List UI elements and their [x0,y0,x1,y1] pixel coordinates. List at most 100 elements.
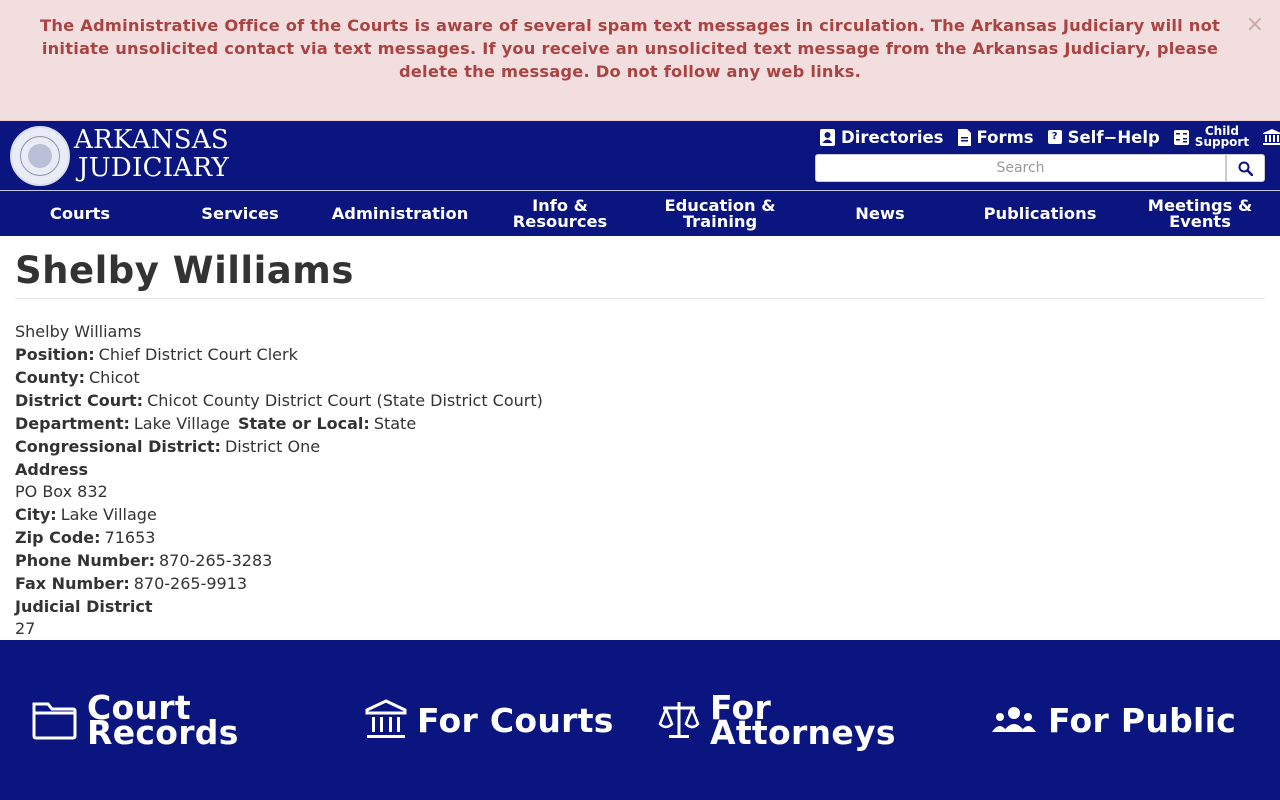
detail-congressional: Congressional District: District One [15,435,543,458]
detail-district-court: District Court: Chicot County District Co… [15,389,543,412]
nav-publications[interactable]: Publications [960,191,1120,236]
forms-label: Forms [976,127,1034,147]
directory-icon [820,128,835,146]
footer-quicklinks: Court Records For Courts For Attorneys For… [0,640,1280,800]
logo-line-2: JUDICIARY [78,153,230,183]
nav-label: Publications [983,203,1097,223]
detail-name: Shelby Williams [15,320,543,343]
child-support-link[interactable]: Child Support [1173,125,1250,149]
site-header: ARKANSAS JUDICIARY Directories Forms ? S… [0,121,1280,236]
alert-message: The Administrative Office of the Courts … [40,16,1220,81]
detail-department: Department: Lake Village State or Local: St… [15,412,543,435]
supreme-court-seal-logo[interactable] [10,126,70,186]
self-help-link[interactable]: ? Self−Help [1047,127,1160,147]
child-support-line2: Support [1194,135,1250,149]
congressional-label: Congressional District: [15,437,221,456]
for-courts-label: For Courts [417,700,614,740]
calculator-icon [1173,129,1189,145]
search-input[interactable] [815,154,1226,182]
zip-label: Zip Code: [15,528,101,547]
nav-label: Administration [331,203,469,223]
nav-services[interactable]: Services [160,191,320,236]
department-label: Department: [15,414,130,433]
directories-link[interactable]: Directories [820,128,944,147]
nav-education-training[interactable]: Education & Training [640,191,800,236]
people-group-icon [992,707,1036,732]
detail-address-heading: Address [15,458,543,480]
nav-news[interactable]: News [800,191,960,236]
nav-meetings-events[interactable]: Meetings & Events [1120,191,1280,236]
for-public-label: For Public [1048,700,1237,740]
person-name: Shelby Williams [15,322,142,341]
for-public-link[interactable]: For Public [990,690,1236,750]
folder-icon [32,702,77,740]
logo-line-1: ARKANSAS [74,125,230,155]
search-button[interactable] [1226,154,1265,182]
alert-close-button[interactable]: × [1246,12,1264,38]
main-nav: Courts Services Administration Info & Res… [0,191,1280,236]
more-link[interactable]: A [1263,129,1280,145]
phone-label: Phone Number: [15,551,155,570]
county-label: County: [15,368,85,387]
nav-label-line2: Resources [512,211,608,231]
detail-address: PO Box 832 [15,480,543,503]
nav-label-line2: Training [682,211,758,231]
judicial-district-value: 27 [15,619,36,638]
nav-label-line2: Events [1169,211,1231,231]
detail-position: Position: Chief District Court Clerk [15,343,543,366]
city-value: Lake Village [60,505,157,524]
city-label: City: [15,505,57,524]
detail-phone: Phone Number: 870-265-3283 [15,549,543,572]
address-label: Address [15,460,89,479]
court-records-line2: Records [87,713,239,752]
state-local-value: State [373,414,417,433]
phone-value: 870-265-3283 [158,551,273,570]
fax-value: 870-265-9913 [133,574,248,593]
fax-label: Fax Number: [15,574,130,593]
scales-of-justice-icon [658,702,700,738]
for-attorneys-line2: Attorneys [710,713,896,752]
detail-county: County: Chicot [15,366,543,389]
zip-value: 71653 [104,528,156,547]
judicial-district-label: Judicial District [15,597,153,616]
for-attorneys-link[interactable]: For Attorneys [658,690,896,750]
person-details: Shelby Williams Position: Chief District … [15,320,543,640]
page-title: Shelby Williams [15,249,354,292]
nav-info-resources[interactable]: Info & Resources [480,191,640,236]
nav-administration[interactable]: Administration [320,191,480,236]
detail-zip: Zip Code: 71653 [15,526,543,549]
question-icon: ? [1047,130,1062,144]
title-divider [15,298,1265,299]
state-local-label: State or Local: [237,414,370,433]
department-value: Lake Village [133,414,230,433]
detail-fax: Fax Number: 870-265-9913 [15,572,543,595]
spam-alert-banner: The Administrative Office of the Courts … [0,0,1280,121]
detail-judicial-heading: Judicial District [15,595,543,617]
district-court-value: Chicot County District Court (State Dist… [147,391,543,410]
nav-courts[interactable]: Courts [0,191,160,236]
forms-link[interactable]: Forms [957,127,1034,147]
utility-links: Directories Forms ? Self−Help Child Supp… [820,125,1280,149]
document-icon [957,128,971,146]
site-logo-text[interactable]: ARKANSAS JUDICIARY [74,126,229,182]
congressional-value: District One [224,437,321,456]
nav-label: Services [201,203,279,223]
for-courts-link[interactable]: For Courts [365,690,614,750]
courthouse-icon [365,699,407,738]
court-records-link[interactable]: Court Records [32,690,239,750]
district-court-label: District Court: [15,391,144,410]
detail-judicial: 27 [15,617,543,640]
courthouse-icon [1263,129,1280,145]
county-value: Chicot [89,368,140,387]
site-search [815,154,1265,182]
position-value: Chief District Court Clerk [98,345,298,364]
address-value: PO Box 832 [15,482,108,501]
nav-label: Courts [49,203,111,223]
position-label: Position: [15,345,95,364]
self-help-label: Self−Help [1067,127,1160,147]
directories-label: Directories [841,127,944,147]
search-icon [1238,161,1253,176]
detail-city: City: Lake Village [15,503,543,526]
nav-label: News [855,203,905,223]
child-support-label: Child Support [1194,125,1250,149]
